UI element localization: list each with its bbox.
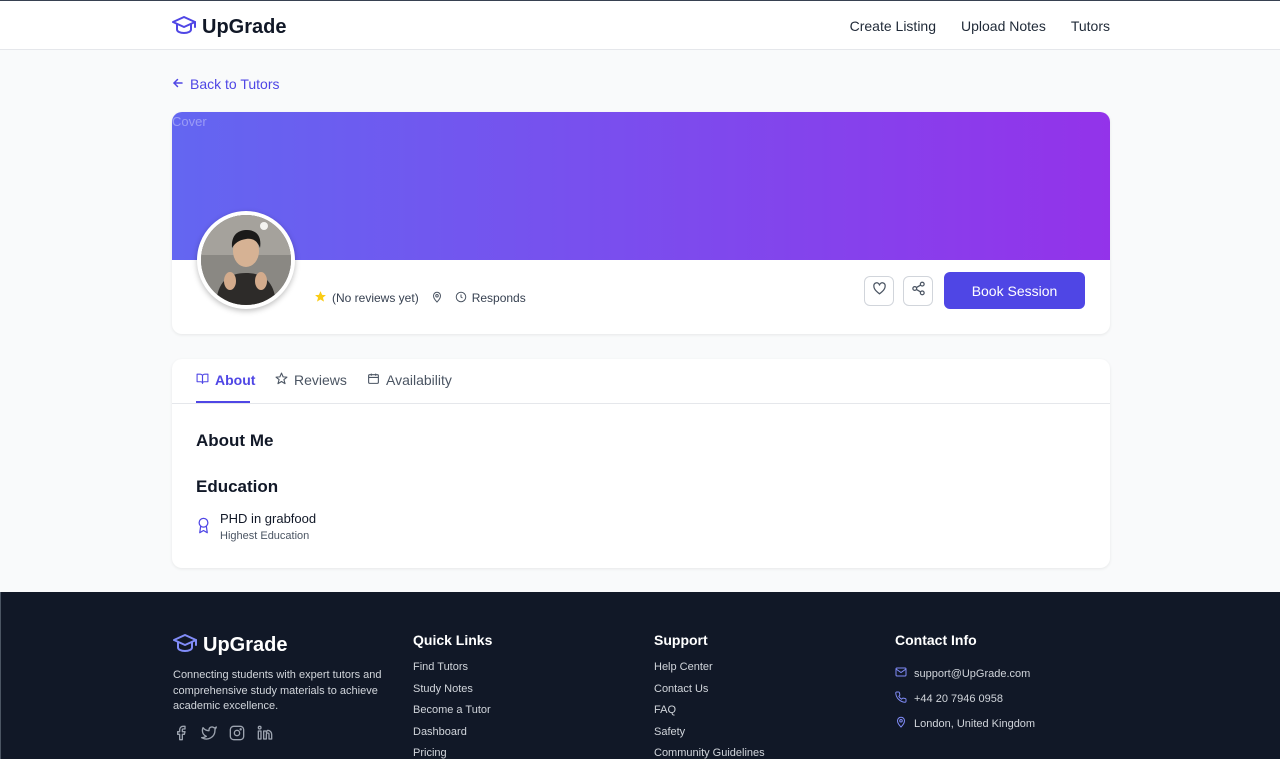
footer-link-pricing[interactable]: Pricing (413, 747, 492, 759)
share-icon (911, 281, 926, 301)
contact-email[interactable]: support@UpGrade.com (895, 661, 1035, 686)
contact-phone-text: +44 20 7946 0958 (914, 692, 1004, 705)
footer-description: Connecting students with expert tutors a… (173, 669, 382, 712)
clock-icon (455, 291, 467, 306)
footer-link-become-tutor[interactable]: Become a Tutor (413, 704, 492, 726)
main-nav: Create Listing Upload Notes Tutors (850, 18, 1110, 34)
tab-availability[interactable]: Availability (367, 372, 452, 388)
star-icon (314, 290, 327, 306)
profile-card: Cover (No reviews yet) Responds Book Ses… (172, 112, 1110, 334)
cover-image: Cover (172, 112, 1110, 260)
favorite-button[interactable] (864, 275, 894, 306)
nav-tutors[interactable]: Tutors (1071, 18, 1110, 34)
contact-phone[interactable]: +44 20 7946 0958 (895, 686, 1035, 711)
profile-content-card: About Reviews Availability About Me Educ… (172, 359, 1110, 568)
brand-name: UpGrade (202, 16, 287, 38)
profile-meta: (No reviews yet) Responds (314, 290, 538, 306)
graduation-cap-icon (173, 632, 197, 659)
tab-reviews-label: Reviews (294, 372, 347, 388)
tab-about[interactable]: About (196, 372, 255, 388)
cover-alt-text: Cover (172, 114, 207, 129)
tab-about-label: About (215, 372, 256, 388)
about-heading: About Me (196, 431, 274, 450)
footer-link-contact-us[interactable]: Contact Us (654, 683, 765, 705)
map-pin-icon (431, 291, 443, 306)
footer-brand-name: UpGrade (203, 634, 288, 656)
back-to-tutors-link[interactable]: Back to Tutors (172, 76, 279, 92)
footer-contact: Contact Info support@UpGrade.com +44 20 … (895, 632, 1035, 736)
heart-icon (872, 281, 887, 301)
back-link-label: Back to Tutors (190, 76, 280, 92)
rating-text: (No reviews yet) (332, 291, 419, 305)
linkedin-icon[interactable] (257, 725, 273, 741)
contact-email-text: support@UpGrade.com (914, 667, 1031, 680)
award-icon (196, 517, 211, 539)
education-title: PHD in grabfood (220, 511, 317, 526)
footer-link-dashboard[interactable]: Dashboard (413, 726, 492, 748)
brand-logo[interactable]: UpGrade (172, 14, 286, 41)
phone-icon (895, 691, 907, 706)
footer-link-study-notes[interactable]: Study Notes (413, 683, 492, 705)
star-outline-icon (275, 372, 288, 388)
mail-icon (895, 666, 907, 681)
book-session-button[interactable]: Book Session (944, 272, 1085, 309)
quick-links-heading: Quick Links (413, 632, 493, 648)
nav-upload-notes[interactable]: Upload Notes (961, 18, 1046, 34)
map-pin-icon (895, 716, 907, 731)
tutor-avatar (197, 211, 295, 309)
book-icon (196, 372, 209, 388)
response-time: Responds (455, 291, 526, 306)
education-item: PHD in grabfood Highest Education (196, 511, 316, 545)
footer-link-help-center[interactable]: Help Center (654, 661, 765, 683)
profile-actions: Book Session (864, 272, 1085, 309)
footer-link-faq[interactable]: FAQ (654, 704, 765, 726)
footer-link-find-tutors[interactable]: Find Tutors (413, 661, 492, 683)
footer-link-community-guidelines[interactable]: Community Guidelines (654, 747, 765, 759)
support-heading: Support (654, 632, 708, 648)
footer-quick-links: Quick Links Find Tutors Study Notes Beco… (413, 632, 492, 759)
nav-create-listing[interactable]: Create Listing (850, 18, 936, 34)
tab-reviews[interactable]: Reviews (275, 372, 347, 388)
instagram-icon[interactable] (229, 725, 245, 741)
top-navbar: UpGrade Create Listing Upload Notes Tuto… (0, 0, 1280, 50)
footer-brand[interactable]: UpGrade (173, 632, 287, 659)
facebook-icon[interactable] (173, 725, 189, 741)
responds-text: Responds (471, 291, 526, 305)
contact-location-text: London, United Kingdom (914, 717, 1036, 730)
social-links (173, 725, 273, 741)
education-heading: Education (196, 477, 279, 496)
contact-heading: Contact Info (895, 632, 977, 648)
location (431, 291, 443, 306)
education-subtitle: Highest Education (220, 530, 310, 542)
site-footer: UpGrade Connecting students with expert … (0, 592, 1280, 759)
arrow-left-icon (172, 76, 184, 92)
education-text: PHD in grabfood Highest Education (220, 511, 316, 545)
footer-support: Support Help Center Contact Us FAQ Safet… (654, 632, 765, 759)
twitter-icon[interactable] (201, 725, 217, 741)
footer-link-safety[interactable]: Safety (654, 726, 765, 748)
tab-availability-label: Availability (386, 372, 452, 388)
graduation-cap-icon (172, 14, 196, 41)
calendar-icon (367, 372, 380, 388)
profile-tabs: About Reviews Availability (172, 359, 1110, 404)
contact-location: London, United Kingdom (895, 711, 1035, 736)
active-tab-indicator (196, 401, 250, 403)
rating: (No reviews yet) (314, 290, 419, 306)
share-button[interactable] (903, 275, 933, 306)
